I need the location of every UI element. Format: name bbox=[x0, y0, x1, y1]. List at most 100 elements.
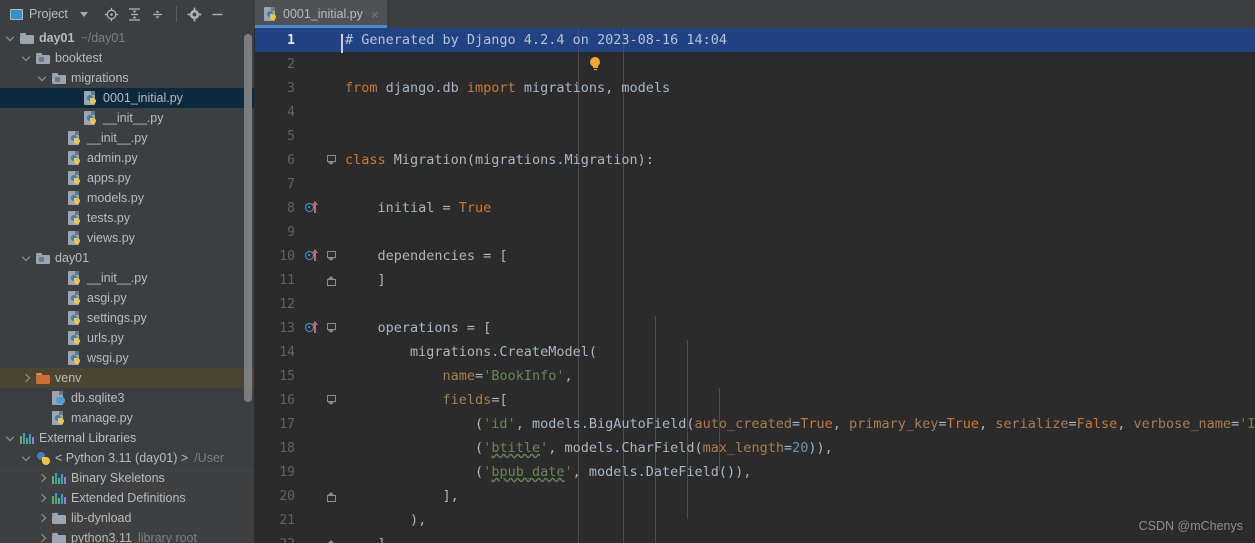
code-text: name='BookInfo', bbox=[341, 368, 573, 384]
gutter-cell[interactable] bbox=[301, 201, 323, 215]
tree-row[interactable]: Binary Skeletons bbox=[0, 468, 255, 488]
chevron-right-icon[interactable] bbox=[38, 493, 49, 504]
tree-row[interactable]: day01 bbox=[0, 248, 255, 268]
code-line[interactable]: 20 ], bbox=[255, 484, 1255, 508]
override-marker-icon[interactable] bbox=[305, 201, 319, 215]
tree-row[interactable]: migrations bbox=[0, 68, 255, 88]
collapse-all-icon[interactable] bbox=[148, 4, 168, 24]
code-line[interactable]: 8 initial = True bbox=[255, 196, 1255, 220]
tree-row[interactable]: lib-dynload bbox=[0, 508, 255, 528]
editor-tab-0001-initial[interactable]: 0001_initial.py × bbox=[255, 0, 387, 28]
minimize-icon[interactable] bbox=[208, 4, 228, 24]
tree-row[interactable]: models.py bbox=[0, 188, 255, 208]
tree-row[interactable]: db.sqlite3 bbox=[0, 388, 255, 408]
tree-row[interactable]: < Python 3.11 (day01) > /User bbox=[0, 448, 255, 468]
override-marker-icon[interactable] bbox=[305, 249, 319, 263]
tree-row[interactable]: 0001_initial.py bbox=[0, 88, 255, 108]
line-number: 13 bbox=[279, 320, 295, 336]
code-line[interactable]: 18 ('btitle', models.CharField(max_lengt… bbox=[255, 436, 1255, 460]
project-toolwindow-button[interactable]: Project bbox=[6, 3, 92, 25]
tree-row[interactable]: External Libraries bbox=[0, 428, 255, 448]
tree-row[interactable]: __init__.py bbox=[0, 268, 255, 288]
code-line[interactable]: 16 fields=[ bbox=[255, 388, 1255, 412]
gutter-cell[interactable] bbox=[301, 321, 323, 335]
close-icon[interactable]: × bbox=[371, 8, 379, 21]
tree-row[interactable]: python3.11 library root bbox=[0, 528, 255, 543]
code-line[interactable]: 2 bbox=[255, 52, 1255, 76]
code-line[interactable]: 21 ), bbox=[255, 508, 1255, 532]
fold-end-icon[interactable] bbox=[327, 275, 337, 286]
fold-cell[interactable] bbox=[323, 275, 341, 286]
code-line[interactable]: 15 name='BookInfo', bbox=[255, 364, 1255, 388]
tree-row[interactable]: __init__.py bbox=[0, 108, 255, 128]
tree-row[interactable]: manage.py bbox=[0, 408, 255, 428]
chevron-right-icon[interactable] bbox=[38, 513, 49, 524]
tree-row[interactable]: admin.py bbox=[0, 148, 255, 168]
code-line[interactable]: 5 bbox=[255, 124, 1255, 148]
editor-tabbar: 0001_initial.py × bbox=[255, 0, 1255, 28]
fold-collapse-icon[interactable] bbox=[327, 250, 337, 262]
gutter-cell[interactable] bbox=[301, 249, 323, 263]
chevron-down-icon[interactable] bbox=[22, 53, 33, 64]
line-number: 20 bbox=[279, 488, 295, 504]
chevron-right-icon[interactable] bbox=[22, 373, 33, 384]
intention-bulb-icon[interactable] bbox=[589, 57, 602, 70]
expand-all-icon[interactable] bbox=[125, 4, 145, 24]
code-line[interactable]: 17 ('id', models.BigAutoField(auto_creat… bbox=[255, 412, 1255, 436]
chevron-down-icon[interactable] bbox=[79, 11, 88, 17]
code-text: ], bbox=[341, 488, 459, 504]
chevron-down-icon[interactable] bbox=[6, 33, 17, 44]
code-line[interactable]: 3 from django.db import migrations, model… bbox=[255, 76, 1255, 100]
chevron-down-icon[interactable] bbox=[38, 73, 49, 84]
fold-cell[interactable] bbox=[323, 394, 341, 406]
tree-row[interactable]: __init__.py bbox=[0, 128, 255, 148]
fold-cell[interactable] bbox=[323, 539, 341, 543]
line-number: 12 bbox=[279, 296, 295, 312]
tree-row[interactable]: urls.py bbox=[0, 328, 255, 348]
tree-row[interactable]: views.py bbox=[0, 228, 255, 248]
tree-row[interactable]: settings.py bbox=[0, 308, 255, 328]
override-marker-icon[interactable] bbox=[305, 321, 319, 335]
fold-end-icon[interactable] bbox=[327, 491, 337, 502]
tree-row[interactable]: Extended Definitions bbox=[0, 488, 255, 508]
chevron-down-icon[interactable] bbox=[6, 433, 17, 444]
chevron-right-icon[interactable] bbox=[38, 533, 49, 543]
fold-collapse-icon[interactable] bbox=[327, 154, 337, 166]
code-line[interactable]: 19 ('bpub_date', models.DateField()), bbox=[255, 460, 1255, 484]
code-line[interactable]: 12 bbox=[255, 292, 1255, 316]
fold-cell[interactable] bbox=[323, 250, 341, 262]
tree-row[interactable]: apps.py bbox=[0, 168, 255, 188]
code-line[interactable]: 10 dependencies = [ bbox=[255, 244, 1255, 268]
code-line[interactable]: 1 # Generated by Django 4.2.4 on 2023-08-… bbox=[255, 28, 1255, 53]
code-line[interactable]: 22 ] bbox=[255, 532, 1255, 543]
tree-row[interactable]: venv bbox=[0, 368, 255, 388]
code-line[interactable]: 9 bbox=[255, 220, 1255, 244]
tree-row[interactable]: wsgi.py bbox=[0, 348, 255, 368]
fold-end-icon[interactable] bbox=[327, 539, 337, 543]
code-line[interactable]: 6 class Migration(migrations.Migration): bbox=[255, 148, 1255, 172]
chevron-down-icon[interactable] bbox=[22, 253, 33, 264]
fold-collapse-icon[interactable] bbox=[327, 322, 337, 334]
code-line[interactable]: 14 migrations.CreateModel( bbox=[255, 340, 1255, 364]
code-line[interactable]: 7 bbox=[255, 172, 1255, 196]
scroll-from-source-icon[interactable] bbox=[102, 4, 122, 24]
tree-row[interactable]: tests.py bbox=[0, 208, 255, 228]
fold-cell[interactable] bbox=[323, 322, 341, 334]
chevron-right-icon[interactable] bbox=[38, 473, 49, 484]
code-editor[interactable]: 1 # Generated by Django 4.2.4 on 2023-08-… bbox=[255, 28, 1255, 543]
tree-row[interactable]: day01 ~/day01 bbox=[0, 28, 255, 48]
sidebar-scrollbar[interactable] bbox=[244, 34, 252, 402]
code-line[interactable]: 11 ] bbox=[255, 268, 1255, 292]
code-token: migrations.CreateModel( bbox=[345, 344, 597, 360]
toolbar-separator bbox=[175, 6, 177, 22]
fold-cell[interactable] bbox=[323, 154, 341, 166]
code-line[interactable]: 13 operations = [ bbox=[255, 316, 1255, 340]
tree-row[interactable]: asgi.py bbox=[0, 288, 255, 308]
settings-gear-icon[interactable] bbox=[185, 4, 205, 24]
fold-cell[interactable] bbox=[323, 491, 341, 502]
chevron-down-icon[interactable] bbox=[22, 453, 33, 464]
fold-collapse-icon[interactable] bbox=[327, 394, 337, 406]
tree-row[interactable]: booktest bbox=[0, 48, 255, 68]
code-line[interactable]: 4 bbox=[255, 100, 1255, 124]
